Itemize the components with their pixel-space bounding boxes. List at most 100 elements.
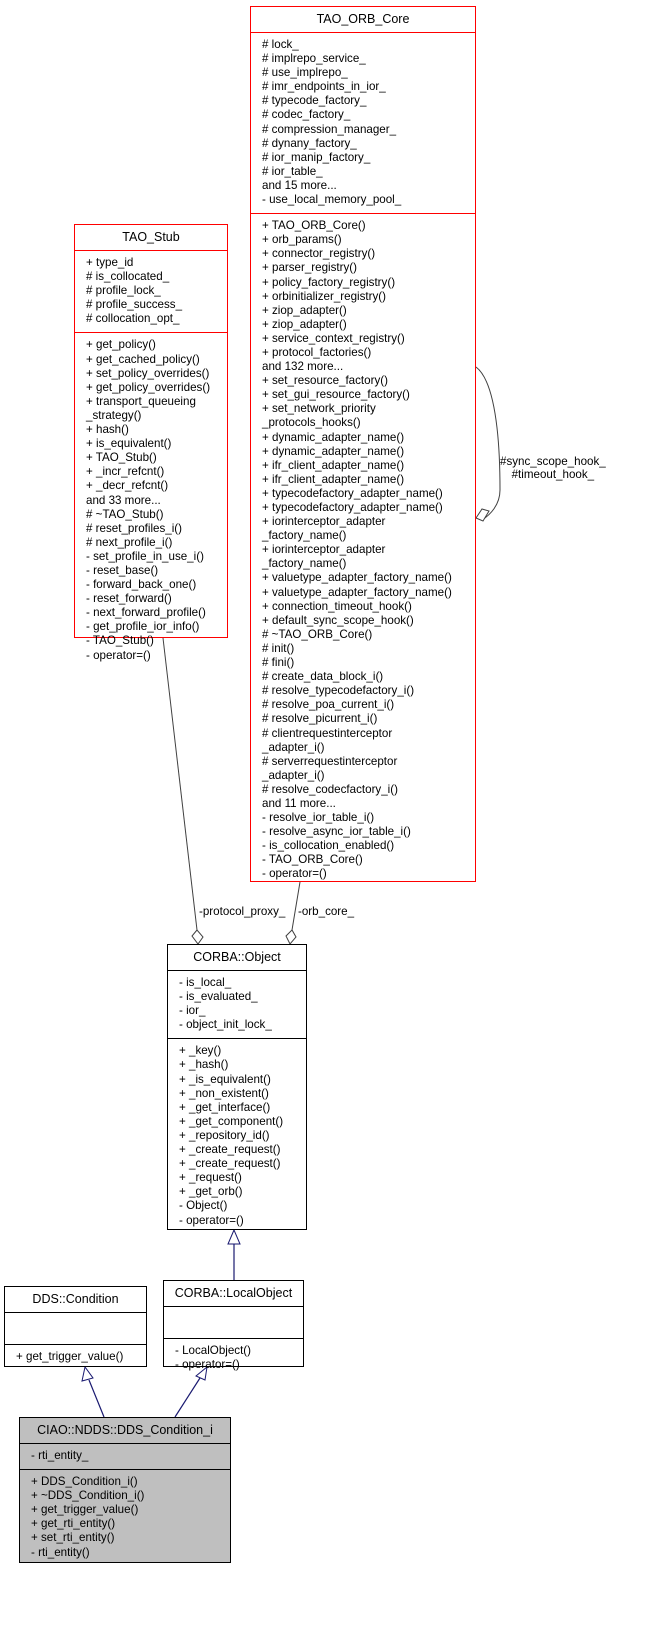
method-item: _adapter_i() xyxy=(262,740,325,754)
method-item: - LocalObject() xyxy=(175,1344,252,1357)
method-item: + iorinterceptor_adapter xyxy=(262,515,386,529)
method-item: + _repository_id() xyxy=(179,1128,270,1142)
attribute-item: - object_init_lock_ xyxy=(179,1018,272,1032)
methods-section: - LocalObject() - operator=() xyxy=(164,1338,303,1378)
method-item: + transport_queueing xyxy=(86,394,196,408)
method-item: + _create_request() xyxy=(179,1143,281,1157)
method-item: + set_policy_overrides() xyxy=(86,366,210,380)
method-item: - TAO_ORB_Core() xyxy=(262,853,363,867)
method-item: + protocol_factories() xyxy=(262,345,372,359)
attributes-section xyxy=(164,1306,303,1338)
class-title: CORBA::LocalObject xyxy=(174,1286,293,1300)
attribute-item: - ior_ xyxy=(179,1004,206,1018)
method-item: - forward_back_one() xyxy=(86,578,197,592)
attribute-item: # lock_ xyxy=(262,38,299,51)
class-corba-localobject[interactable]: CORBA::LocalObject - LocalObject() - oper… xyxy=(163,1280,304,1371)
self-association-label: #sync_scope_hook_ #timeout_hook_ xyxy=(500,455,606,481)
method-item: # resolve_picurrent_i() xyxy=(262,712,378,726)
attribute-item: - is_local_ xyxy=(179,976,232,989)
attribute-item: # imr_endpoints_in_ior_ xyxy=(262,80,386,94)
method-item: + ~DDS_Condition_i() xyxy=(31,1489,145,1503)
method-item: + _is_equivalent() xyxy=(179,1072,271,1086)
method-item: - operator=() xyxy=(262,867,327,881)
class-tao-stub[interactable]: TAO_Stub + type_id # is_collocated_ # prof… xyxy=(74,224,228,662)
method-item: + ziop_adapter() xyxy=(262,317,347,331)
method-item: - reset_forward() xyxy=(86,592,172,606)
method-item: + get_rti_entity() xyxy=(31,1517,116,1531)
method-item: + iorinterceptor_adapter xyxy=(262,543,386,557)
method-item: _strategy() xyxy=(86,408,142,422)
method-item: + DDS_Condition_i() xyxy=(31,1475,138,1489)
method-item: - operator=() xyxy=(179,1213,244,1227)
attribute-item: # ior_manip_factory_ xyxy=(262,150,371,164)
method-item: - get_profile_ior_info() xyxy=(86,620,200,634)
method-item: _adapter_i() xyxy=(262,768,325,782)
attribute-item: # codec_factory_ xyxy=(262,108,351,122)
method-item: + set_gui_resource_factory() xyxy=(262,388,410,402)
method-item: + _key() xyxy=(179,1044,222,1058)
attribute-item: # is_collocated_ xyxy=(86,270,170,284)
method-item: + parser_registry() xyxy=(262,261,358,275)
attribute-item: # compression_manager_ xyxy=(262,122,397,136)
orb-core-label: -orb_core_ xyxy=(298,905,355,918)
class-tao-orb-core[interactable]: TAO_ORB_Core # lock_ # implrepo_service_ #… xyxy=(250,6,476,882)
method-item: + hash() xyxy=(86,423,129,437)
method-item: - Object() xyxy=(179,1199,228,1213)
method-item: - operator=() xyxy=(86,648,151,662)
method-item: + connector_registry() xyxy=(262,247,376,261)
method-item: + set_rti_entity() xyxy=(31,1531,115,1545)
method-item: + typecodefactory_adapter_name() xyxy=(262,486,443,500)
sync-scope-hook-label: #sync_scope_hook_ xyxy=(500,455,606,468)
methods-section: + TAO_ORB_Core() + orb_params() + connecto… xyxy=(251,213,475,887)
method-item: # create_data_block_i() xyxy=(262,670,384,684)
attribute-item: # typecode_factory_ xyxy=(262,94,367,108)
class-title: CORBA::Object xyxy=(193,950,281,964)
method-item: # ~TAO_Stub() xyxy=(86,507,164,521)
protocol-proxy-label: -protocol_proxy_ xyxy=(199,905,286,918)
attributes-section: + type_id # is_collocated_ # profile_lock_… xyxy=(75,250,227,332)
method-item: # resolve_poa_current_i() xyxy=(262,698,395,712)
method-item: + is_equivalent() xyxy=(86,437,172,451)
attribute-item: - is_evaluated_ xyxy=(179,990,258,1004)
method-item: # resolve_codecfactory_i() xyxy=(262,782,398,796)
self-association-diamond xyxy=(475,508,490,522)
class-dds-condition[interactable]: DDS::Condition + get_trigger_value() xyxy=(4,1286,147,1367)
method-item: + ifr_client_adapter_name() xyxy=(262,458,405,472)
methods-section: + get_policy() + get_cached_policy() + set… xyxy=(75,332,227,668)
method-item: and 132 more... xyxy=(262,360,344,374)
orb-core-diamond xyxy=(285,929,297,945)
class-title: TAO_Stub xyxy=(122,230,180,244)
class-ciao-ndds-dds-condition-i[interactable]: CIAO::NDDS::DDS_Condition_i - rti_entity… xyxy=(19,1417,231,1563)
method-item: + set_resource_factory() xyxy=(262,374,388,388)
method-item: + valuetype_adapter_factory_name() xyxy=(262,585,452,599)
method-item: and 33 more... xyxy=(86,493,161,507)
attribute-item: # collocation_opt_ xyxy=(86,312,180,326)
method-item: + get_policy_overrides() xyxy=(86,380,211,394)
method-item: + set_network_priority xyxy=(262,402,376,416)
attribute-item: # implrepo_service_ xyxy=(262,52,366,66)
method-item: - resolve_ior_table_i() xyxy=(262,811,375,825)
method-item: + _get_component() xyxy=(179,1114,284,1128)
method-item: # reset_profiles_i() xyxy=(86,521,183,535)
method-item: + _hash() xyxy=(179,1058,229,1072)
attributes-section: # lock_ # implrepo_service_ # use_implrepo… xyxy=(251,32,475,213)
method-item: + policy_factory_registry() xyxy=(262,275,396,289)
class-corba-object[interactable]: CORBA::Object - is_local_ - is_evaluated_… xyxy=(167,944,307,1230)
inheritance-edge-condition xyxy=(88,1379,105,1418)
class-title: TAO_ORB_Core xyxy=(316,12,410,26)
method-item: + default_sync_scope_hook() xyxy=(262,613,414,627)
method-item: # ~TAO_ORB_Core() xyxy=(262,627,373,641)
method-item: + get_cached_policy() xyxy=(86,352,200,366)
attribute-item: + type_id xyxy=(86,256,134,269)
method-item: # serverrequestinterceptor xyxy=(262,754,398,768)
method-item: + _request() xyxy=(179,1171,242,1185)
attribute-item: - rti_entity_ xyxy=(31,1449,89,1462)
method-item: + dynamic_adapter_name() xyxy=(262,430,405,444)
method-item: + get_policy() xyxy=(86,338,156,352)
timeout-hook-label: #timeout_hook_ xyxy=(511,468,595,481)
method-item: + get_trigger_value() xyxy=(16,1350,124,1363)
protocol-proxy-edge xyxy=(162,637,198,931)
method-item: + _get_interface() xyxy=(179,1100,271,1114)
method-item: _factory_name() xyxy=(262,529,347,543)
methods-section: + _key() + _hash() + _is_equivalent() + _no… xyxy=(168,1038,306,1233)
